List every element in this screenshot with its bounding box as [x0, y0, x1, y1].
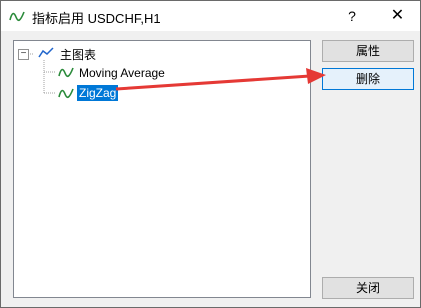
properties-button[interactable]: 属性 [322, 40, 414, 62]
indicator-icon [9, 11, 25, 22]
chart-icon [38, 47, 54, 58]
indicator-icon [58, 88, 74, 99]
close-window-button[interactable]: ✕ [375, 1, 420, 31]
tree-node-zigzag[interactable]: ZigZag [77, 85, 119, 101]
indicators-dialog: 指标启用 USDCHF,H1 ? ✕ − 主图表 Moving Average … [0, 0, 421, 308]
tree-node-label: 主图表 [60, 48, 97, 62]
indicator-tree[interactable]: − 主图表 Moving Average ZigZag [13, 40, 311, 298]
tree-node-label: Moving Average [79, 66, 165, 80]
collapse-toggle[interactable]: − [18, 49, 29, 60]
tree-node-label: ZigZag [77, 85, 119, 101]
indicator-icon [58, 67, 74, 78]
window-title: 指标启用 USDCHF,H1 [32, 11, 161, 26]
tree-node-main-chart[interactable]: 主图表 [58, 45, 98, 64]
close-button[interactable]: 关闭 [322, 277, 414, 299]
help-button[interactable]: ? [337, 1, 367, 31]
title-bar: 指标启用 USDCHF,H1 ? ✕ [1, 1, 420, 31]
delete-button[interactable]: 删除 [322, 68, 414, 90]
tree-node-moving-average[interactable]: Moving Average [77, 65, 167, 81]
